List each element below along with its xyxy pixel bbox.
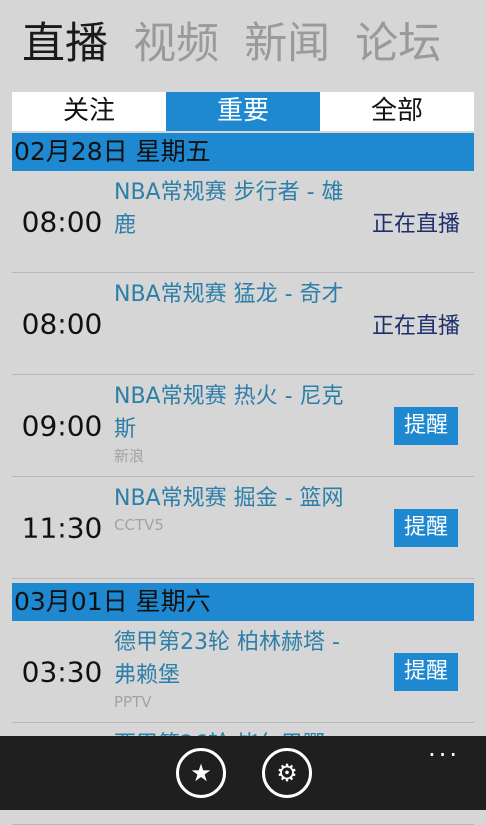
game-info: NBA常规赛 步行者 - 雄鹿 <box>114 176 358 242</box>
game-title[interactable]: 德甲第23轮 柏林赫塔 - 弗赖堡 <box>114 626 358 692</box>
star-icon[interactable]: ★ <box>176 748 226 798</box>
day-header: 03月01日 星期六 <box>12 583 474 621</box>
live-status[interactable]: 正在直播 <box>372 308 460 340</box>
live-status[interactable]: 正在直播 <box>372 206 460 238</box>
game-time: 08:00 <box>21 205 103 238</box>
remind-button[interactable]: 提醒 <box>393 652 458 691</box>
game-channel: CCTV5 <box>114 516 164 534</box>
tab-following[interactable]: 关注 <box>12 92 166 131</box>
day-header: 02月28日 星期五 <box>12 133 474 171</box>
game-time: 08:00 <box>21 307 103 340</box>
game-info: 德甲第23轮 柏林赫塔 - 弗赖堡 PPTV <box>114 626 358 711</box>
list-item[interactable]: 08:00 NBA常规赛 猛龙 - 奇才 正在直播 <box>12 273 474 375</box>
list-item[interactable]: 09:00 NBA常规赛 热火 - 尼克斯 新浪 提醒 <box>12 375 474 477</box>
game-time: 09:00 <box>21 409 103 442</box>
tab-all[interactable]: 全部 <box>320 92 474 131</box>
schedule-list: 02月28日 星期五 08:00 NBA常规赛 步行者 - 雄鹿 正在直播 08… <box>12 133 474 825</box>
tab-important[interactable]: 重要 <box>166 92 320 131</box>
game-info: NBA常规赛 热火 - 尼克斯 新浪 <box>114 380 358 465</box>
game-title[interactable]: NBA常规赛 猛龙 - 奇才 <box>114 278 358 311</box>
game-channel: 新浪 <box>114 447 145 465</box>
list-item[interactable]: 11:30 NBA常规赛 掘金 - 篮网 CCTV5 提醒 <box>12 477 474 579</box>
filter-tabs: 关注 重要 全部 <box>12 92 474 131</box>
game-title[interactable]: NBA常规赛 掘金 - 篮网 <box>114 482 358 515</box>
list-item[interactable]: 03:30 德甲第23轮 柏林赫塔 - 弗赖堡 PPTV 提醒 <box>12 621 474 723</box>
gear-icon[interactable]: ⚙ <box>262 748 312 798</box>
remind-button[interactable]: 提醒 <box>393 406 458 445</box>
game-title[interactable]: NBA常规赛 热火 - 尼克斯 <box>114 380 358 446</box>
pivot-item-video[interactable]: 视频 <box>133 14 219 74</box>
game-time: 11:30 <box>21 511 103 544</box>
pivot-header: 直播 视频 新闻 论坛 <box>22 14 486 74</box>
remind-button[interactable]: 提醒 <box>393 508 458 547</box>
pivot-item-forum[interactable]: 论坛 <box>355 14 441 74</box>
app-bar: ... ★ ⚙ <box>0 736 486 810</box>
game-title[interactable]: NBA常规赛 步行者 - 雄鹿 <box>114 176 358 242</box>
pivot-item-news[interactable]: 新闻 <box>244 14 330 74</box>
list-item[interactable]: 08:00 NBA常规赛 步行者 - 雄鹿 正在直播 <box>12 171 474 273</box>
game-info: NBA常规赛 猛龙 - 奇才 <box>114 278 358 311</box>
game-channel: PPTV <box>114 693 152 711</box>
game-time: 03:30 <box>21 655 103 688</box>
game-info: NBA常规赛 掘金 - 篮网 CCTV5 <box>114 482 358 534</box>
more-options-icon[interactable]: ... <box>428 736 460 760</box>
pivot-item-live[interactable]: 直播 <box>22 14 108 74</box>
